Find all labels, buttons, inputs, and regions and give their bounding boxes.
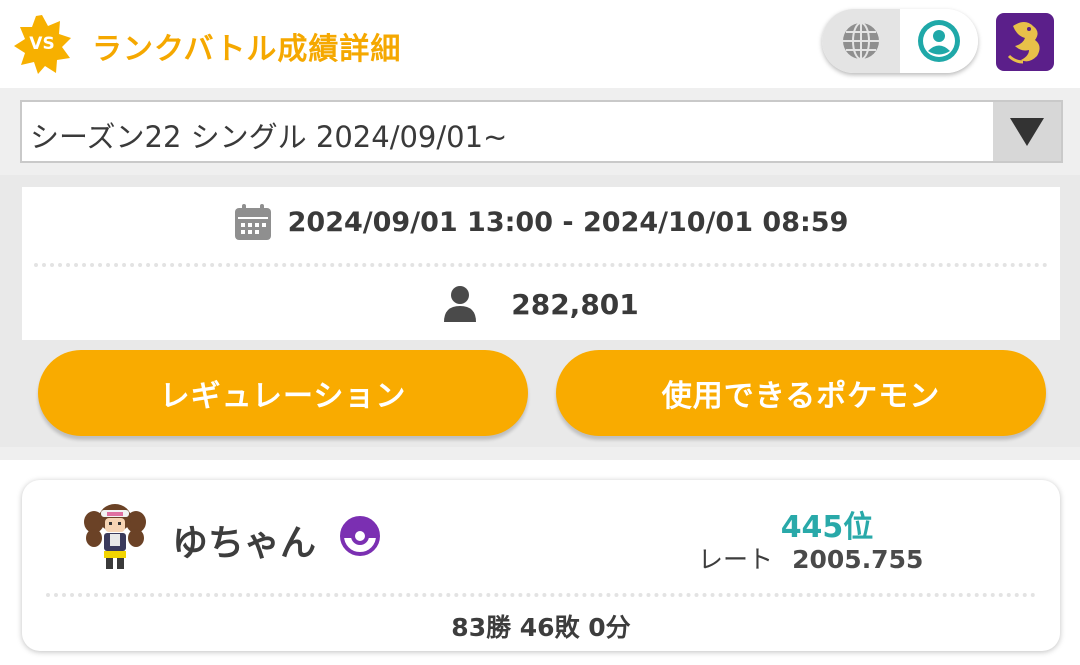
global-view-button[interactable]: [822, 9, 900, 73]
vs-badge-label: VS: [29, 34, 55, 54]
master-ball-icon: [340, 516, 380, 556]
season-select-value: シーズン22 シングル 2024/09/01~: [30, 120, 508, 154]
person-icon: [918, 20, 960, 62]
rate-row: レート 2005.755: [698, 540, 923, 576]
trainer-sprite-icon: [84, 504, 146, 569]
divider: [34, 263, 1048, 267]
rate-label: レート: [698, 545, 774, 574]
dragon-avatar-icon[interactable]: [996, 13, 1054, 71]
player-count-row: 282,801: [22, 271, 1060, 337]
view-toggle: [822, 9, 978, 73]
page-title: ランクバトル成績詳細: [92, 32, 402, 67]
personal-view-button[interactable]: [900, 9, 978, 73]
player-count-text: 282,801: [511, 287, 639, 321]
season-period-row: 2024/09/01 13:00 - 2024/10/01 08:59: [22, 187, 1060, 257]
header-bar: VS ランクバトル成績詳細: [0, 0, 1080, 88]
usable-pokemon-button[interactable]: 使用できるポケモン: [556, 350, 1046, 436]
vs-badge-icon: VS: [12, 14, 72, 74]
season-select[interactable]: シーズン22 シングル 2024/09/01~: [20, 100, 1063, 163]
player-stats-card: ゆちゃん 445位 レート 2005.755 83勝 46敗 0分: [22, 480, 1060, 651]
person-silhouette-icon: [444, 286, 477, 322]
globe-icon: [843, 22, 879, 60]
season-info-card: 2024/09/01 13:00 - 2024/10/01 08:59 282,…: [22, 187, 1060, 340]
dropdown-arrow-icon[interactable]: [993, 102, 1061, 161]
regulation-button[interactable]: レギュレーション: [38, 350, 528, 436]
divider: [46, 593, 1036, 597]
win-loss-record: 83勝 46敗 0分: [451, 613, 631, 642]
player-name: ゆちゃん: [172, 523, 317, 564]
season-period-text: 2024/09/01 13:00 - 2024/10/01 08:59: [287, 206, 849, 238]
rate-value: 2005.755: [792, 545, 924, 574]
calendar-icon: [234, 204, 271, 240]
